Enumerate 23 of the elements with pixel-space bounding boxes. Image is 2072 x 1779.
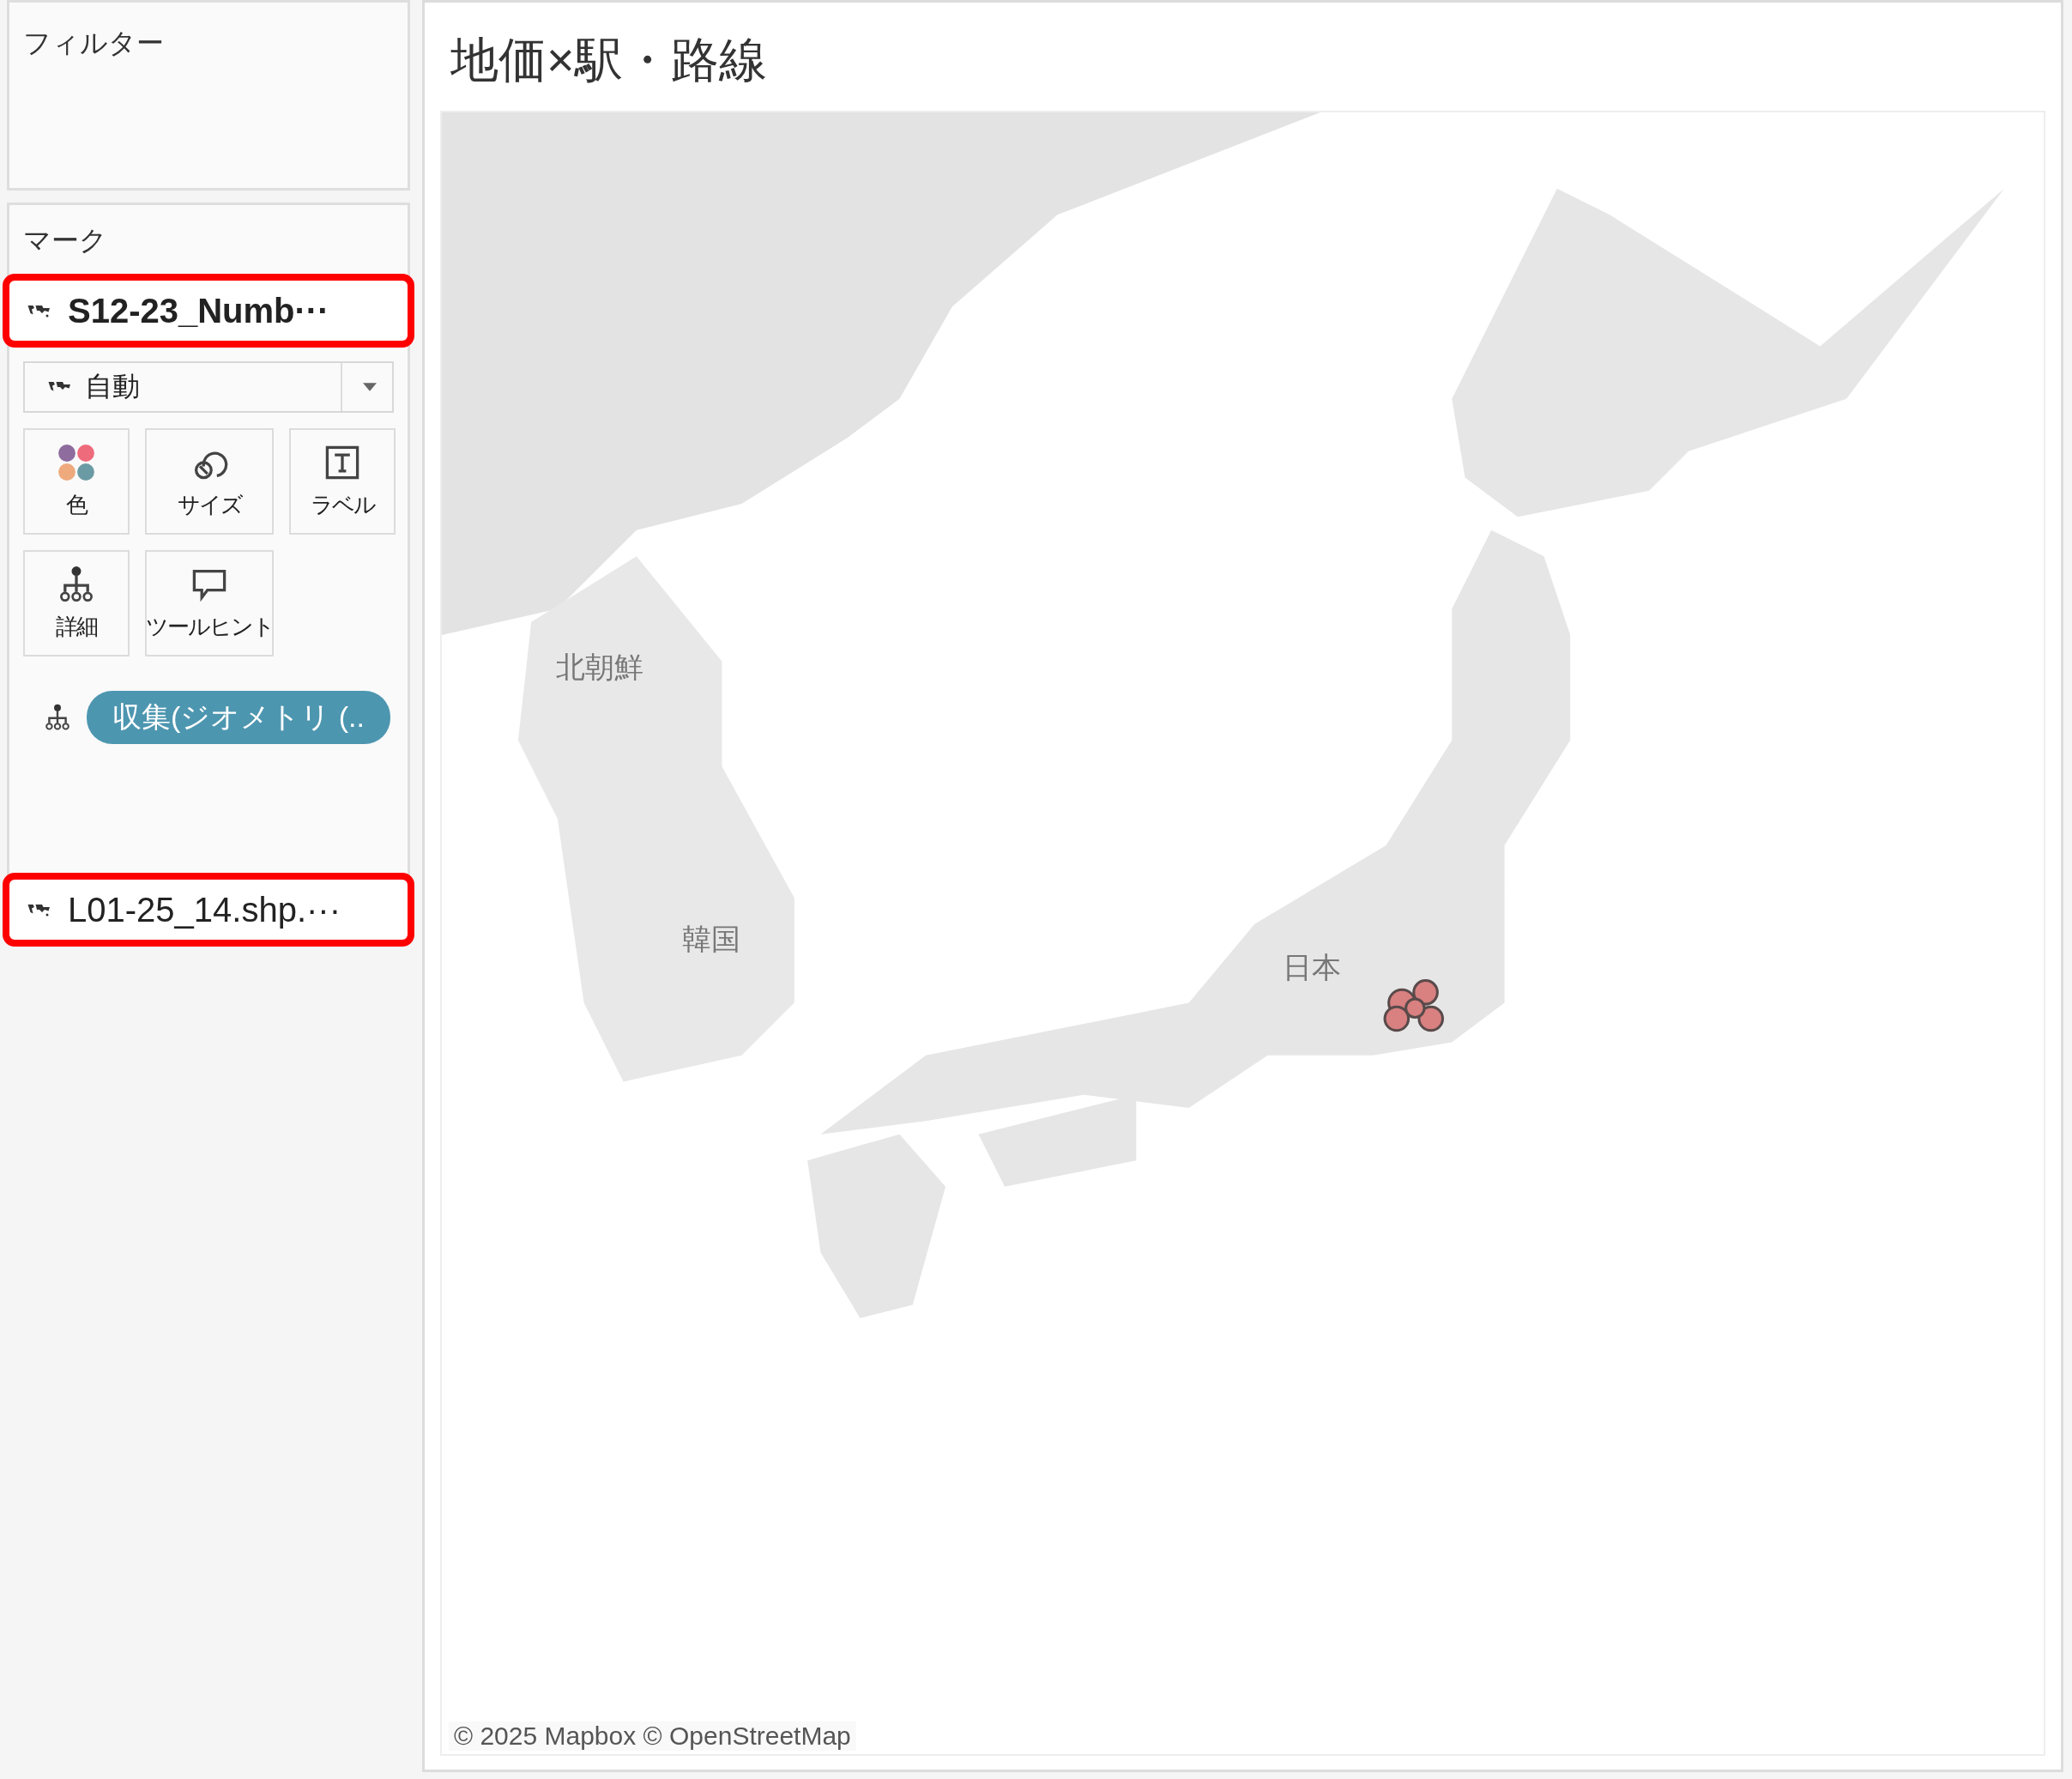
map-country-label: 北朝鮮 — [555, 649, 643, 685]
marks-card-button[interactable]: サイズ — [145, 428, 274, 535]
layer-header[interactable]: L01-25_14.shp.··· — [3, 873, 414, 947]
map-icon — [27, 303, 52, 318]
map-country-label: 日本 — [1283, 949, 1342, 985]
worksheet-title: 地価×駅・路線 — [450, 32, 768, 88]
marks-card-button[interactable]: 詳細 — [23, 550, 130, 657]
color-dots-icon — [57, 443, 95, 481]
filters-title: フィルター — [23, 27, 164, 58]
layer-name: L01-25_14.shp.··· — [68, 890, 341, 929]
hierarchy-icon — [57, 565, 95, 603]
marks-card-button[interactable]: 色 — [23, 428, 130, 535]
marks-card-button[interactable]: ツールヒント — [145, 550, 274, 657]
layer-name: S12-23_Numb··· — [68, 291, 329, 330]
marks-title: マーク — [22, 224, 108, 257]
mark-type-dropdown[interactable]: 自動 — [23, 361, 394, 413]
map-credit: © 2025 Mapbox © OpenStreetMap — [449, 1722, 856, 1751]
caret-icon — [363, 383, 377, 391]
map-country-label: 韓国 — [682, 922, 741, 958]
hierarchy-icon — [44, 704, 71, 731]
marks-card-button[interactable]: ラベル — [289, 428, 396, 535]
map-icon — [27, 902, 52, 917]
layer-header[interactable]: S12-23_Numb··· — [3, 274, 414, 348]
